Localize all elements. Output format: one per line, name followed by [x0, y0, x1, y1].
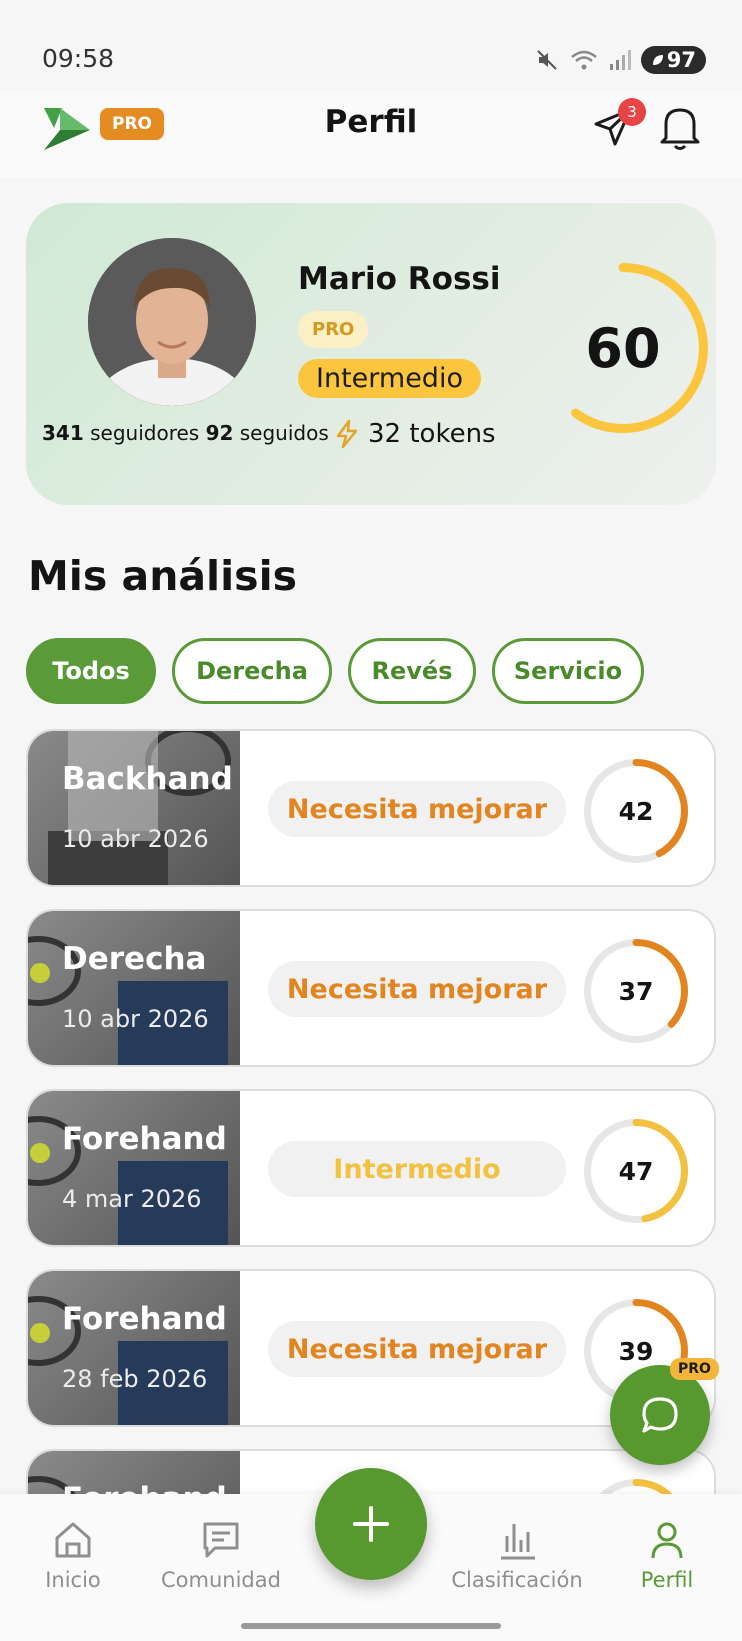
tennis-player-image: [48, 731, 231, 885]
analysis-date: 28 feb 2026: [62, 1365, 208, 1393]
tokens-display[interactable]: 32 tokens: [334, 419, 496, 449]
profile-card: Mario Rossi PRO Intermedio 60 341 seguid…: [26, 203, 716, 505]
nav-label-clasificacion: Clasificación: [451, 1568, 583, 1592]
bell-icon[interactable]: [656, 102, 704, 152]
follow-stats[interactable]: 341 seguidores 92 seguidos: [42, 421, 329, 445]
analysis-score: 47: [618, 1156, 654, 1186]
chat-bubble-icon: [642, 1397, 678, 1433]
analysis-score: 37: [618, 976, 654, 1006]
tennis-player-image: [28, 936, 228, 1065]
chart-bars-icon: [501, 1524, 535, 1560]
avatar-image: [88, 238, 256, 406]
followers-label: seguidores: [90, 421, 200, 445]
nav-item-perfil[interactable]: Perfil: [582, 1518, 742, 1592]
analysis-status: Necesita mejorar: [268, 961, 566, 1017]
analysis-title: Derecha: [62, 941, 207, 977]
analysis-title: Backhand: [62, 761, 233, 797]
analysis-date: 4 mar 2026: [62, 1185, 202, 1213]
analysis-status: Necesita mejorar: [268, 781, 566, 837]
chat-button[interactable]: [610, 1365, 710, 1465]
status-icons: 97: [535, 46, 706, 74]
analysis-status: Intermedio: [268, 1141, 566, 1197]
analysis-score-ring: [584, 1479, 688, 1494]
profile-name: Mario Rossi: [298, 261, 501, 297]
analysis-thumbnail: Derecha 10 abr 2026: [28, 911, 240, 1065]
analysis-thumbnail: Forehand 4 mar 2026: [28, 1091, 240, 1245]
analysis-list: Backhand 10 abr 2026 Necesita mejorar 42…: [26, 729, 716, 1494]
analysis-card[interactable]: Backhand 10 abr 2026 Necesita mejorar 42: [26, 729, 716, 887]
following-count: 92: [205, 421, 234, 445]
profile-score: 60: [585, 316, 661, 380]
analysis-thumbnail: Backhand 10 abr 2026: [28, 731, 240, 885]
following-label: seguidos: [239, 421, 329, 445]
profile-pro-badge: PRO: [298, 311, 369, 348]
home-icon: [55, 1522, 91, 1558]
analysis-title: Forehand: [62, 1121, 227, 1157]
filter-chips: Todos Derecha Revés Servicio: [26, 638, 644, 704]
profile-level-badge: Intermedio: [298, 359, 481, 398]
tokens-label: 32 tokens: [368, 419, 496, 449]
analysis-thumbnail: Forehand: [28, 1451, 240, 1494]
app-header: PRO Perfil 3: [0, 90, 742, 178]
battery-indicator: 97: [640, 46, 706, 74]
nav-label-inicio: Inicio: [45, 1568, 101, 1592]
home-indicator: [241, 1623, 501, 1629]
battery-level: 97: [666, 48, 696, 72]
analysis-card[interactable]: Derecha 10 abr 2026 Necesita mejorar 37: [26, 909, 716, 1067]
chat-pro-badge: PRO: [670, 1358, 719, 1380]
filter-chip-derecha[interactable]: Derecha: [172, 638, 332, 704]
analysis-status: Necesita mejorar: [268, 1321, 566, 1377]
avatar[interactable]: [88, 238, 256, 406]
analyses-section-title: Mis análisis: [28, 552, 298, 600]
analysis-title: Forehand: [62, 1481, 227, 1494]
wifi-icon: [570, 50, 597, 70]
filter-chip-reves[interactable]: Revés: [348, 638, 476, 704]
nav-label-perfil: Perfil: [640, 1568, 694, 1592]
nav-label-comunidad: Comunidad: [161, 1568, 281, 1592]
followers-count: 341: [42, 421, 84, 445]
mute-icon: [537, 50, 557, 70]
user-icon: [651, 1522, 683, 1559]
leaf-icon: [652, 55, 663, 65]
analysis-date: 10 abr 2026: [62, 825, 209, 853]
analysis-date: 10 abr 2026: [62, 1005, 209, 1033]
add-analysis-button[interactable]: [315, 1468, 427, 1580]
plus-icon: [353, 1506, 389, 1542]
nav-item-inicio[interactable]: Inicio: [0, 1518, 158, 1592]
nav-item-clasificacion[interactable]: Clasificación: [432, 1518, 602, 1592]
analysis-score: 42: [618, 796, 654, 826]
analysis-card[interactable]: Forehand 4 mar 2026 Intermedio 47: [26, 1089, 716, 1247]
signal-icon: [609, 50, 631, 70]
notification-count-badge: 3: [618, 98, 646, 126]
nav-item-comunidad[interactable]: Comunidad: [136, 1518, 306, 1592]
tennis-player-image: [28, 1296, 228, 1425]
status-bar: 09:58 97: [0, 0, 742, 90]
message-icon: [203, 1522, 239, 1558]
lightning-icon: [336, 419, 358, 449]
filter-chip-servicio[interactable]: Servicio: [492, 638, 644, 704]
tennis-player-image: [28, 1116, 228, 1245]
analysis-thumbnail: Forehand 28 feb 2026: [28, 1271, 240, 1425]
status-time: 09:58: [42, 44, 115, 73]
analysis-title: Forehand: [62, 1301, 227, 1337]
filter-chip-todos[interactable]: Todos: [26, 638, 156, 704]
